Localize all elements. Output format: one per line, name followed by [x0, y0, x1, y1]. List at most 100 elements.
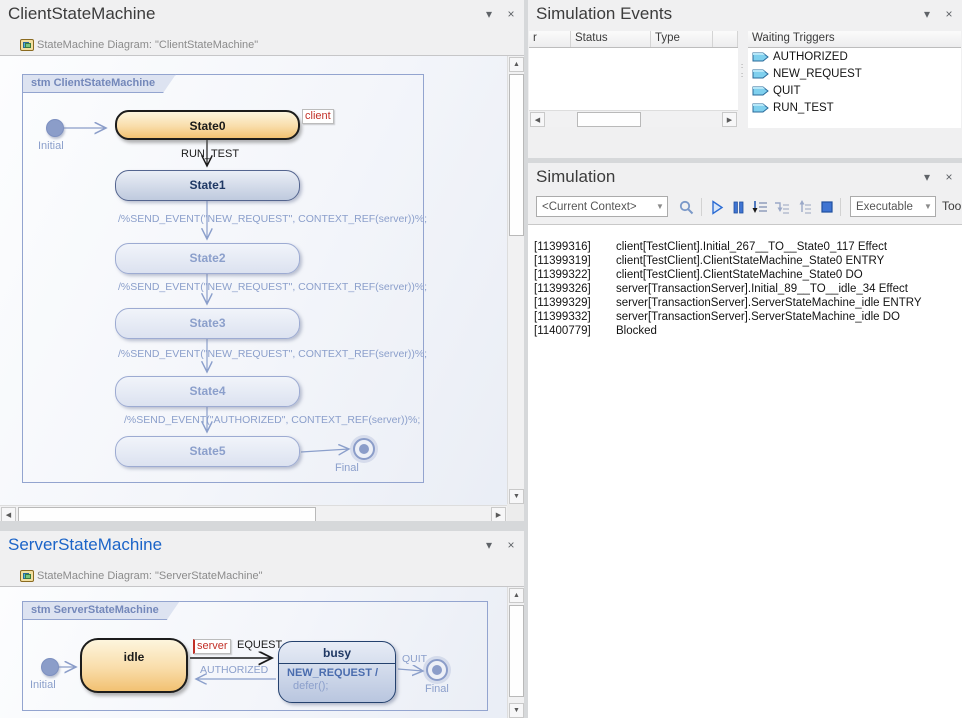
trigger-new-request[interactable]: NEW_REQUEST — [748, 65, 961, 82]
server-statemachine-panel: ServerStateMachine ▾ × StateMachine Diag… — [0, 531, 524, 718]
log-row[interactable]: [11399332] server[TransactionServer].Ser… — [528, 310, 962, 324]
column-type[interactable]: Type — [651, 31, 713, 47]
transition-run-test-label: RUN_TEST — [181, 148, 239, 160]
statemachine-diagram-icon — [20, 570, 34, 582]
trigger-icon — [752, 84, 769, 97]
log-row[interactable]: [11399319] client[TestClient].ClientStat… — [528, 254, 962, 268]
step-out-icon[interactable] — [794, 197, 814, 217]
transition-new-request-partial-label: EQUEST — [237, 639, 282, 651]
client-instance-tag: client — [302, 109, 334, 124]
server-final-label: Final — [425, 683, 449, 695]
busy-internal-action: defer(); — [279, 679, 395, 692]
events-panel-header: Simulation Events ▾ × — [528, 0, 962, 28]
client-scroll-down-icon[interactable]: ▼ — [509, 489, 524, 504]
client-panel-header: ClientStateMachine ▾ × — [0, 0, 524, 28]
log-row[interactable]: [11399322] client[TestClient].ClientStat… — [528, 268, 962, 282]
simulation-panel-header: Simulation ▾ × — [528, 163, 962, 191]
tools-label[interactable]: Too — [942, 199, 961, 213]
simulation-panel: Simulation ▾ × <Current Context> ▼ — [528, 163, 962, 718]
transition-quit-label: QUIT — [402, 653, 427, 665]
server-scroll-up-icon[interactable]: ▲ — [509, 588, 524, 603]
client-final-node[interactable] — [353, 438, 375, 460]
server-panel-title: ServerStateMachine — [0, 531, 524, 555]
transition-send-new-request-label-3: /%SEND_EVENT("NEW_REQUEST", CONTEXT_REF(… — [118, 348, 427, 360]
state-state2[interactable]: State2 — [115, 243, 300, 274]
combo-caret-icon[interactable]: ▼ — [653, 197, 667, 216]
events-table-hscrollbar[interactable]: ◀ ▶ — [529, 110, 738, 127]
state-state0[interactable]: State0 — [115, 110, 300, 140]
run-simulation-icon[interactable] — [707, 197, 727, 217]
log-row[interactable]: [11400779] Blocked — [528, 324, 962, 338]
server-panel-menu-icon[interactable]: ▾ — [482, 538, 496, 552]
state-state5[interactable]: State5 — [115, 436, 300, 467]
state-state4[interactable]: State4 — [115, 376, 300, 407]
server-final-node[interactable] — [426, 659, 448, 681]
client-panel-subtitle: StateMachine Diagram: "ClientStateMachin… — [37, 39, 258, 51]
events-panel-close-icon[interactable]: × — [942, 7, 956, 21]
state-idle[interactable]: idle — [80, 638, 188, 693]
column-blank[interactable] — [713, 31, 738, 47]
client-panel-breadcrumb: StateMachine Diagram: "ClientStateMachin… — [0, 28, 524, 55]
simulation-toolbar: <Current Context> ▼ Executable ▼ T — [528, 191, 962, 224]
client-initial-node[interactable] — [46, 119, 64, 137]
client-panel-title: ClientStateMachine — [0, 0, 524, 24]
simulation-panel-close-icon[interactable]: × — [942, 170, 956, 184]
trigger-quit[interactable]: QUIT — [748, 82, 961, 99]
client-panel-close-icon[interactable]: × — [504, 7, 518, 21]
context-combo[interactable]: <Current Context> ▼ — [536, 196, 668, 217]
log-row[interactable]: [11399329] server[TransactionServer].Ser… — [528, 296, 962, 310]
events-table-body[interactable] — [529, 48, 738, 110]
state-state1[interactable]: State1 — [115, 170, 300, 201]
server-panel-header: ServerStateMachine ▾ × — [0, 531, 524, 559]
mode-combo[interactable]: Executable ▼ — [850, 196, 936, 217]
trigger-run-test[interactable]: RUN_TEST — [748, 99, 961, 116]
waiting-triggers-header: Waiting Triggers — [748, 31, 961, 48]
simulation-panel-title: Simulation — [528, 163, 962, 187]
log-row[interactable]: [11399316] client[TestClient].Initial_26… — [528, 240, 962, 254]
busy-internal-trigger: NEW_REQUEST / — [279, 664, 395, 679]
state-busy[interactable]: busy NEW_REQUEST / defer(); — [278, 641, 396, 703]
search-icon[interactable] — [676, 197, 696, 217]
trigger-authorized[interactable]: AUTHORIZED — [748, 48, 961, 65]
server-initial-node[interactable] — [41, 658, 59, 676]
simulation-events-panel: Simulation Events ▾ × <no event set> ▼ ▼… — [528, 0, 962, 158]
server-diagram-canvas[interactable]: stm ServerStateMachine Initial idle serv… — [0, 586, 524, 718]
events-panel-menu-icon[interactable]: ▾ — [920, 7, 934, 21]
simulation-panel-menu-icon[interactable]: ▾ — [920, 170, 934, 184]
events-scroll-right-icon[interactable]: ▶ — [722, 112, 737, 127]
server-frame-tab: stm ServerStateMachine — [22, 601, 180, 620]
column-status[interactable]: Status — [571, 31, 651, 47]
events-splitter-handle[interactable]: ∶∶ — [741, 62, 744, 80]
client-panel-menu-icon[interactable]: ▾ — [482, 7, 496, 21]
server-panel-close-icon[interactable]: × — [504, 538, 518, 552]
transition-send-new-request-label-1: /%SEND_EVENT("NEW_REQUEST", CONTEXT_REF(… — [118, 213, 427, 225]
server-instance-tag: server — [193, 639, 231, 654]
client-frame-tab: stm ClientStateMachine — [22, 74, 176, 93]
column-trigger[interactable]: r — [529, 31, 571, 47]
combo-caret-icon[interactable]: ▼ — [921, 197, 935, 216]
trigger-icon — [752, 50, 769, 63]
trigger-icon — [752, 101, 769, 114]
simulation-log[interactable]: [11399316] client[TestClient].Initial_26… — [528, 224, 962, 718]
server-scroll-down-icon[interactable]: ▼ — [509, 703, 524, 718]
state-state3[interactable]: State3 — [115, 308, 300, 339]
step-over-icon[interactable] — [772, 197, 792, 217]
server-panel-subtitle: StateMachine Diagram: "ServerStateMachin… — [37, 570, 262, 582]
client-scroll-right-icon[interactable]: ▶ — [491, 507, 506, 521]
trigger-icon — [752, 67, 769, 80]
server-vertical-scrollbar[interactable]: ▲ ▼ — [507, 587, 524, 718]
step-into-icon[interactable] — [750, 197, 770, 217]
client-scroll-up-icon[interactable]: ▲ — [509, 57, 524, 72]
log-row[interactable]: [11399326] server[TransactionServer].Ini… — [528, 282, 962, 296]
server-initial-label: Initial — [30, 679, 56, 691]
events-scroll-left-icon[interactable]: ◀ — [530, 112, 545, 127]
client-final-label: Final — [335, 462, 359, 474]
client-scroll-left-icon[interactable]: ◀ — [1, 507, 16, 521]
events-panel-title: Simulation Events — [528, 0, 962, 24]
pause-simulation-icon[interactable] — [728, 197, 748, 217]
client-horizontal-scrollbar[interactable]: ◀ ▶ — [0, 505, 507, 521]
stop-simulation-icon[interactable] — [817, 197, 837, 217]
client-vertical-scrollbar[interactable]: ▲ ▼ — [507, 56, 524, 505]
client-diagram-canvas[interactable]: stm ClientStateMachine Initial State0 cl… — [0, 55, 524, 521]
events-table-header: r Status Type — [529, 31, 738, 48]
